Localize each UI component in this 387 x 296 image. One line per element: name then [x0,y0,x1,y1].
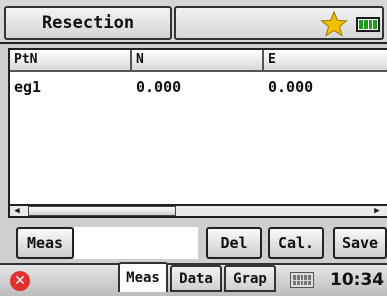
table-row[interactable]: eg1 0.000 0.000 [10,76,387,98]
data-table: PtN N E eg1 0.000 0.000 [8,48,387,216]
scroll-right-icon[interactable]: ▶ [370,206,384,216]
tab-data[interactable]: Data [170,265,222,292]
column-header-ptn[interactable]: PtN [10,50,132,72]
meas-button[interactable]: Meas [16,227,74,259]
tab-meas[interactable]: Meas [118,262,168,292]
column-header-e[interactable]: E [264,50,387,72]
keyboard-icon[interactable] [290,272,314,288]
cell-e: 0.000 [268,78,314,96]
star-icon[interactable] [320,10,348,38]
save-button[interactable]: Save [333,227,387,259]
cell-ptn: eg1 [14,78,42,96]
calculate-button[interactable]: Cal. [268,227,324,259]
scroll-left-icon[interactable]: ◀ [10,206,24,216]
close-icon[interactable]: ✕ [10,271,30,291]
horizontal-scrollbar[interactable]: ◀ ▶ [8,204,387,218]
cell-n: 0.000 [136,78,182,96]
clock: 10:34 [330,270,385,290]
battery-icon [356,17,380,32]
table-header: PtN N E [10,50,387,72]
button-gap [74,227,198,259]
title-bar-status-area [174,6,384,40]
window-title: Resection [4,6,172,40]
tab-grap[interactable]: Grap [224,265,276,292]
delete-button[interactable]: Del [206,227,262,259]
scrollbar-thumb[interactable] [28,206,176,216]
column-header-n[interactable]: N [132,50,264,72]
